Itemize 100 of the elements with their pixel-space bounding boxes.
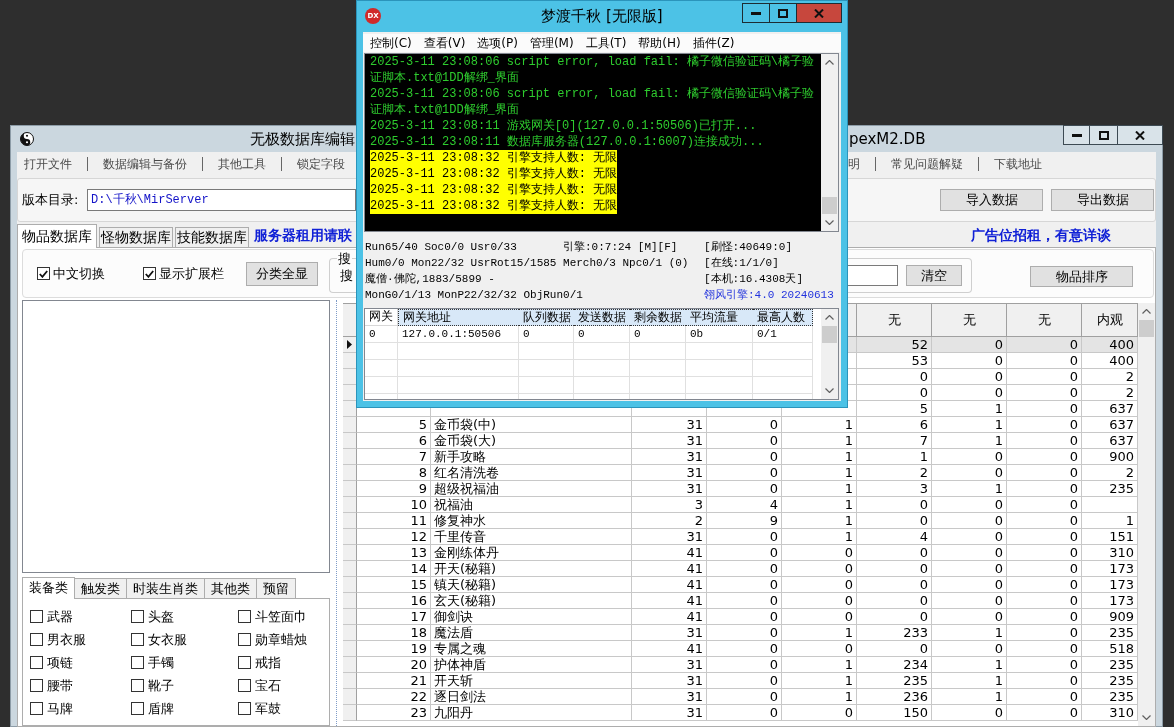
- tab[interactable]: 技能数据库: [175, 227, 249, 247]
- maximize-button[interactable]: [1089, 125, 1118, 145]
- search-field[interactable]: [848, 265, 898, 286]
- table-cell: 127.0.0.1:50506: [398, 326, 519, 343]
- notice-text: 广告位招租，有意详谈: [971, 226, 1111, 245]
- group-title: 搜: [337, 251, 352, 267]
- sort-button[interactable]: 物品排序: [1030, 266, 1133, 287]
- tab[interactable]: 预留: [256, 578, 296, 598]
- table-cell: 0: [1007, 385, 1082, 401]
- menu-item[interactable]: 其他工具: [202, 157, 281, 171]
- table-cell: 0: [932, 577, 1007, 593]
- menu-item[interactable]: 打开文件: [24, 157, 87, 171]
- checkbox[interactable]: [238, 633, 251, 646]
- tab[interactable]: 其他类: [204, 578, 257, 598]
- column-header[interactable]: 网关地址: [398, 309, 519, 326]
- table-cell: 0: [932, 369, 1007, 385]
- checkbox[interactable]: [131, 633, 144, 646]
- checkbox[interactable]: [30, 679, 43, 692]
- scrollbar-thumb[interactable]: [822, 197, 837, 214]
- column-header[interactable]: 最高人数: [753, 309, 813, 326]
- checkbox[interactable]: [131, 656, 144, 669]
- checkbox[interactable]: [30, 633, 43, 646]
- close-button[interactable]: [1117, 125, 1163, 145]
- checkbox[interactable]: [238, 610, 251, 623]
- tab[interactable]: 怪物数据库: [99, 227, 173, 247]
- tab[interactable]: 时装生肖类: [126, 578, 205, 598]
- scrollbar[interactable]: [821, 309, 838, 399]
- checkbox[interactable]: [131, 610, 144, 623]
- tab[interactable]: 装备类: [22, 577, 75, 599]
- column-header[interactable]: 无: [857, 303, 932, 337]
- table-cell: 41: [632, 545, 707, 561]
- column-header[interactable]: 平均流量: [686, 309, 753, 326]
- tab[interactable]: 物品数据库: [17, 224, 97, 248]
- checkbox[interactable]: [143, 267, 156, 280]
- checkbox[interactable]: [30, 656, 43, 669]
- scrollbar[interactable]: [821, 54, 838, 231]
- table-cell: 1: [782, 497, 857, 513]
- table-cell: 0: [932, 385, 1007, 401]
- column-header[interactable]: 剩余数据: [630, 309, 686, 326]
- table-cell: 6: [357, 433, 431, 449]
- table-cell: 31: [632, 689, 707, 705]
- table-cell: 53: [857, 353, 932, 369]
- column-header[interactable]: 无: [1007, 303, 1082, 337]
- checkbox[interactable]: [238, 702, 251, 715]
- menu-item[interactable]: 明: [848, 157, 875, 171]
- column-header[interactable]: 发送数据: [574, 309, 630, 326]
- row-header[interactable]: [343, 337, 357, 353]
- maximize-button[interactable]: [769, 3, 797, 23]
- minimize-button[interactable]: [742, 3, 770, 23]
- close-icon: [814, 8, 824, 18]
- scrollbar-thumb[interactable]: [1139, 320, 1154, 337]
- directory-field[interactable]: D:\千秋\MirServer: [87, 189, 356, 211]
- status-text: Hum0/0 Mon22/32 UsrRot15/1585 Merch0/3 Npc0/1 (0): [365, 257, 689, 269]
- menu-item[interactable]: 插件(Z): [686, 34, 741, 52]
- checkbox[interactable]: [131, 702, 144, 715]
- menu-item[interactable]: 控制(C): [364, 34, 418, 52]
- minimize-button[interactable]: [1063, 125, 1090, 145]
- menu-item[interactable]: 常见问题解疑: [875, 157, 978, 171]
- checkbox[interactable]: [238, 656, 251, 669]
- window-title: 梦渡千秋 [无限版]: [541, 7, 663, 25]
- table-cell: 镇天(秘籍): [431, 577, 632, 593]
- table-cell: 6: [857, 417, 932, 433]
- maximize-icon: [1098, 130, 1109, 140]
- table-cell: 41: [632, 593, 707, 609]
- table-cell: [686, 343, 753, 360]
- import-button[interactable]: 导入数据: [940, 189, 1043, 211]
- table-cell: 0: [1007, 545, 1082, 561]
- menu-item[interactable]: 管理(M): [523, 34, 580, 52]
- show-all-button[interactable]: 分类全显: [246, 261, 318, 286]
- menu-item[interactable]: 选项(P): [471, 34, 524, 52]
- table-cell: 0: [1007, 369, 1082, 385]
- menu-item[interactable]: 工具(T): [579, 34, 633, 52]
- checkbox[interactable]: [30, 702, 43, 715]
- table-cell: 0: [707, 577, 782, 593]
- table-cell: 7: [357, 449, 431, 465]
- minimize-icon: [1071, 133, 1082, 137]
- log-line: 2025-3-11 23:08:06 script error, load fail: 橘子微信验证码\橘子验证脚本.txt@1DD解绑_界面: [370, 86, 816, 118]
- checkbox[interactable]: [238, 679, 251, 692]
- scrollbar[interactable]: [1138, 303, 1155, 726]
- tab[interactable]: 触发类: [74, 578, 127, 598]
- chevron-down-icon: [1142, 715, 1151, 720]
- menu-item[interactable]: 下载地址: [978, 157, 1057, 171]
- checkbox[interactable]: [30, 610, 43, 623]
- scrollbar-thumb[interactable]: [822, 326, 837, 343]
- table-cell: 0: [707, 465, 782, 481]
- clear-button[interactable]: 清空: [906, 265, 962, 286]
- column-header[interactable]: 无: [932, 303, 1007, 337]
- table-cell: 1: [782, 465, 857, 481]
- export-button[interactable]: 导出数据: [1051, 189, 1154, 211]
- checkbox[interactable]: [131, 679, 144, 692]
- checkbox[interactable]: [37, 267, 50, 280]
- checkbox-label: 盾牌: [148, 700, 174, 717]
- menu-item[interactable]: 帮助(H): [632, 34, 687, 52]
- table-cell: [519, 343, 574, 360]
- menu-item[interactable]: 数据编辑与备份: [87, 157, 202, 171]
- menu-item[interactable]: 查看(V): [417, 34, 472, 52]
- table-cell: 魔法盾: [431, 625, 632, 641]
- table-cell: 41: [632, 577, 707, 593]
- column-header[interactable]: 内观: [1082, 303, 1138, 337]
- column-header[interactable]: 队列数据: [519, 309, 574, 326]
